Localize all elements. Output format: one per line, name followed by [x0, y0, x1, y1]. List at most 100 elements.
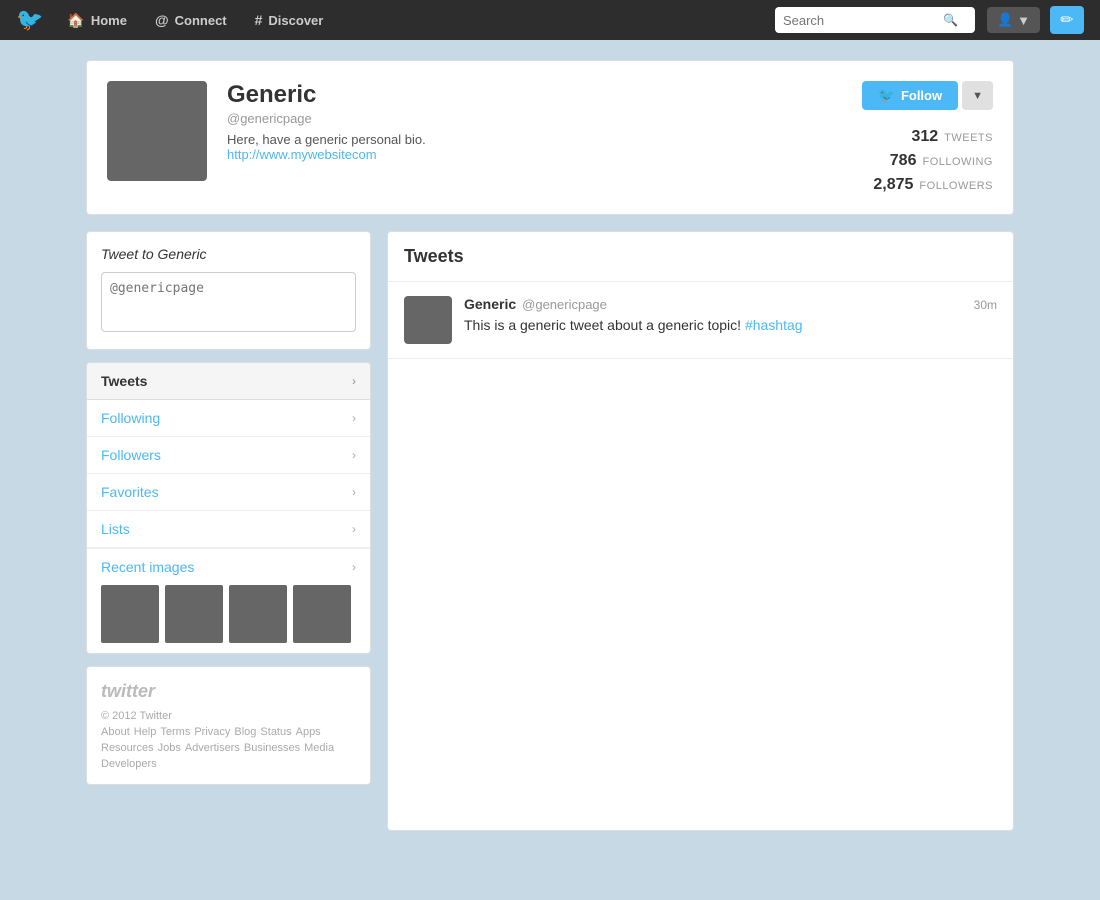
lists-label: Lists	[101, 521, 130, 537]
profile-website[interactable]: http://www.mywebsitecom	[227, 147, 377, 162]
user-icon: 👤	[997, 12, 1013, 28]
tweets-panel-header: Tweets	[388, 232, 1013, 282]
compose-icon: ✏	[1060, 10, 1073, 30]
tweet-time: 30m	[974, 298, 997, 312]
footer-link-blog[interactable]: Blog	[234, 726, 256, 738]
nav-discover[interactable]: # Discover	[243, 0, 336, 40]
sidebar-nav-header: Tweets ›	[87, 363, 370, 400]
tweet-handle: @genericpage	[522, 297, 607, 312]
search-input[interactable]	[783, 13, 943, 28]
tweet-box: Tweet to Generic	[86, 231, 371, 350]
footer-link-resources[interactable]: Resources	[101, 742, 154, 754]
image-thumb-1[interactable]	[101, 585, 159, 643]
footer-link-apps[interactable]: Apps	[296, 726, 321, 738]
followers-chevron: ›	[352, 448, 356, 462]
sidebar-item-lists[interactable]: Lists ›	[87, 511, 370, 548]
footer-links: About Help Terms Privacy Blog Status App…	[101, 726, 356, 770]
footer-link-advertisers[interactable]: Advertisers	[185, 742, 240, 754]
tweet-hashtag[interactable]: #hashtag	[745, 317, 803, 333]
follow-dropdown-arrow: ▼	[972, 90, 983, 102]
compose-tweet-button[interactable]: ✏	[1050, 6, 1084, 34]
footer-link-help[interactable]: Help	[134, 726, 157, 738]
nav-connect[interactable]: @ Connect	[143, 0, 239, 40]
twitter-logo-icon: 🐦	[16, 7, 43, 33]
tweet-meta: Generic @genericpage 30m	[464, 296, 997, 312]
favorites-chevron: ›	[352, 485, 356, 499]
sidebar-header-chevron: ›	[352, 374, 356, 388]
image-thumb-3[interactable]	[229, 585, 287, 643]
follow-dropdown-button[interactable]: ▼	[962, 81, 993, 110]
connect-icon: @	[155, 12, 169, 28]
recent-images-header[interactable]: Recent images ›	[101, 559, 356, 575]
discover-icon: #	[255, 12, 263, 28]
profile-actions: 🐦 Follow ▼	[862, 81, 994, 110]
recent-images-chevron: ›	[352, 560, 356, 574]
page-container: Generic @genericpage Here, have a generi…	[70, 40, 1030, 851]
recent-images-grid	[101, 585, 356, 643]
footer-link-jobs[interactable]: Jobs	[158, 742, 181, 754]
follow-button[interactable]: 🐦 Follow	[862, 81, 959, 110]
following-label: Following	[101, 410, 160, 426]
footer-link-developers[interactable]: Developers	[101, 758, 157, 770]
followers-label: Followers	[101, 447, 161, 463]
followers-label: FOLLOWERS	[919, 180, 993, 192]
search-icon: 🔍	[943, 13, 958, 27]
user-dropdown-arrow: ▼	[1017, 13, 1030, 28]
footer-link-media[interactable]: Media	[304, 742, 334, 754]
tweets-count: 312	[911, 128, 938, 146]
tweet-box-label: Tweet to Generic	[101, 246, 356, 262]
follow-label: Follow	[901, 88, 942, 103]
sidebar-item-favorites[interactable]: Favorites ›	[87, 474, 370, 511]
recent-images-section: Recent images ›	[87, 548, 370, 653]
profile-handle: @genericpage	[227, 111, 833, 126]
footer-panel: twitter © 2012 Twitter About Help Terms …	[86, 666, 371, 785]
tweet-textarea[interactable]	[101, 272, 356, 332]
tweet-avatar	[404, 296, 452, 344]
nav-home-label: Home	[91, 13, 127, 28]
followers-count: 2,875	[873, 176, 913, 194]
search-box: 🔍	[775, 7, 975, 33]
footer-link-terms[interactable]: Terms	[160, 726, 190, 738]
image-thumb-2[interactable]	[165, 585, 223, 643]
profile-info: Generic @genericpage Here, have a generi…	[227, 81, 833, 162]
nav-home[interactable]: 🏠 Home	[55, 0, 139, 40]
image-thumb-4[interactable]	[293, 585, 351, 643]
profile-header: Generic @genericpage Here, have a generi…	[86, 60, 1014, 215]
recent-images-label: Recent images	[101, 559, 194, 575]
footer-link-businesses[interactable]: Businesses	[244, 742, 300, 754]
tweets-label: TWEETS	[944, 132, 993, 144]
content-area: Tweet to Generic Tweets › Following › Fo…	[86, 231, 1014, 831]
nav-discover-label: Discover	[268, 13, 323, 28]
footer-link-status[interactable]: Status	[260, 726, 291, 738]
sidebar-item-following[interactable]: Following ›	[87, 400, 370, 437]
footer-link-privacy[interactable]: Privacy	[194, 726, 230, 738]
nav-connect-label: Connect	[175, 13, 227, 28]
sidebar: Tweet to Generic Tweets › Following › Fo…	[86, 231, 371, 785]
tweet-text: This is a generic tweet about a generic …	[464, 316, 997, 336]
favorites-label: Favorites	[101, 484, 159, 500]
sidebar-nav-panel: Tweets › Following › Followers › Favorit…	[86, 362, 371, 654]
twitter-footer-logo: twitter	[101, 681, 356, 702]
profile-name: Generic	[227, 81, 833, 109]
tweets-panel: Tweets Generic @genericpage 30m This is …	[387, 231, 1014, 831]
footer-link-about[interactable]: About	[101, 726, 130, 738]
following-chevron: ›	[352, 411, 356, 425]
tweets-stat: 312 TWEETS	[911, 128, 993, 146]
table-row: Generic @genericpage 30m This is a gener…	[388, 282, 1013, 359]
tweet-username: Generic	[464, 296, 516, 312]
navbar: 🐦 🏠 Home @ Connect # Discover 🔍 👤 ▼ ✏	[0, 0, 1100, 40]
following-count: 786	[890, 152, 917, 170]
sidebar-item-followers[interactable]: Followers ›	[87, 437, 370, 474]
follow-bird-icon: 🐦	[878, 87, 895, 104]
user-menu-button[interactable]: 👤 ▼	[987, 7, 1040, 33]
followers-stat: 2,875 FOLLOWERS	[873, 176, 993, 194]
sidebar-tweets-label: Tweets	[101, 373, 147, 389]
profile-stats: 🐦 Follow ▼ 312 TWEETS 786 FOLLOWING 2,87…	[853, 81, 993, 194]
profile-avatar	[107, 81, 207, 181]
footer-copyright: © 2012 Twitter	[101, 710, 356, 722]
tweet-content: Generic @genericpage 30m This is a gener…	[464, 296, 997, 344]
following-label: FOLLOWING	[922, 156, 993, 168]
profile-bio: Here, have a generic personal bio.	[227, 132, 833, 147]
home-icon: 🏠	[67, 12, 84, 29]
lists-chevron: ›	[352, 522, 356, 536]
